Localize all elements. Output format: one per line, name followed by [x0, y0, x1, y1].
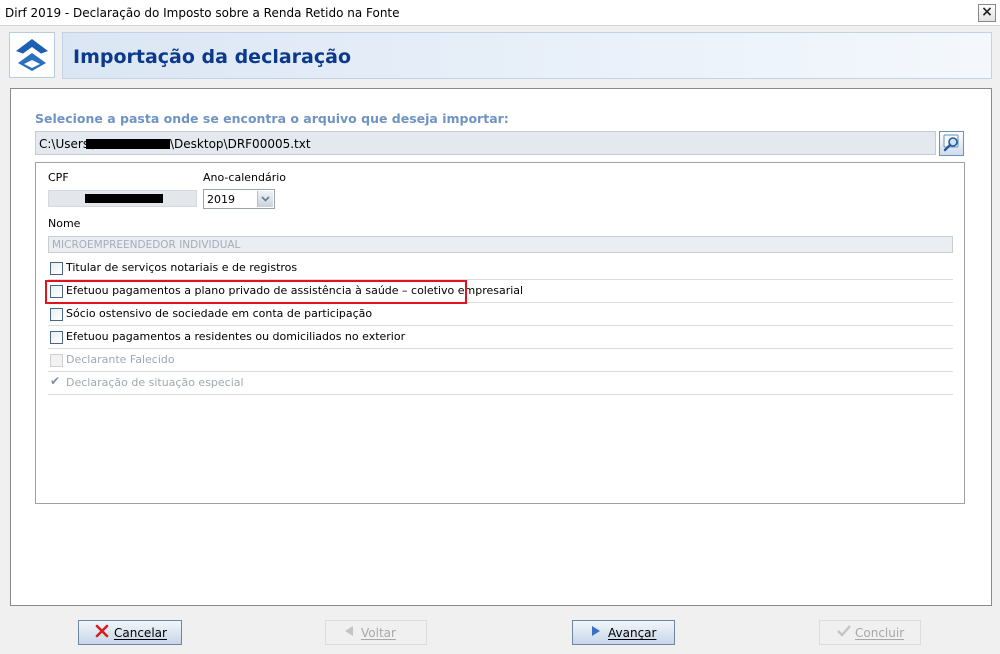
checkmark-icon — [836, 624, 852, 643]
wizard-footer: Cancelar Voltar Avançar Concluir — [0, 606, 1000, 654]
file-path-input[interactable]: C:\Users\ \Desktop\DRF00005.txt — [35, 131, 936, 155]
checkbox-deceased — [50, 354, 63, 367]
cancel-button[interactable]: Cancelar — [78, 620, 182, 645]
name-value: MICROEMPREENDEDOR INDIVIDUAL — [52, 239, 241, 251]
checkbox-label: Declaração de situação especial — [66, 376, 244, 389]
back-button[interactable]: Voltar — [325, 620, 427, 645]
checkbox-label: Titular de serviços notariais e de regis… — [66, 261, 298, 274]
forward-arrow-icon — [589, 624, 603, 643]
redacted-cpf — [85, 194, 163, 203]
checkbox-label: Declarante Falecido — [66, 353, 175, 366]
file-path-suffix: \Desktop\DRF00005.txt — [170, 137, 311, 151]
back-label: Voltar — [361, 626, 396, 640]
magnifier-icon — [943, 134, 959, 152]
next-label: Avançar — [608, 626, 657, 640]
window-title: Dirf 2019 - Declaração do Imposto sobre … — [5, 6, 400, 20]
file-path-prefix: C:\Users\ — [39, 137, 94, 151]
year-value: 2019 — [207, 193, 235, 206]
declaration-details: CPF Ano-calendário 2019 Nome MICROEMPREE… — [35, 162, 965, 504]
header-banner: Importação da declaração — [62, 32, 992, 79]
x-icon — [95, 624, 109, 643]
highlight-box — [45, 280, 467, 304]
next-button[interactable]: Avançar — [572, 620, 675, 645]
checkbox-row-foreign-payments[interactable]: Efetuou pagamentos a residentes ou domic… — [48, 326, 953, 349]
page-title: Importação da declaração — [73, 46, 351, 68]
receita-federal-logo-icon — [9, 32, 55, 78]
page-header: Importação da declaração — [0, 27, 1000, 83]
finish-label: Concluir — [855, 626, 905, 640]
redacted-username — [86, 139, 170, 149]
name-field: MICROEMPREENDEDOR INDIVIDUAL — [48, 236, 953, 253]
cpf-label: CPF — [48, 171, 69, 184]
checkbox-row-notarial[interactable]: Titular de serviços notariais e de regis… — [48, 257, 953, 280]
cancel-label: Cancelar — [114, 626, 167, 640]
checkbox-foreign-payments[interactable] — [50, 331, 63, 344]
browse-button[interactable] — [939, 131, 964, 156]
checkbox-label: Efetuou pagamentos a residentes ou domic… — [66, 330, 406, 343]
name-label: Nome — [48, 217, 81, 230]
checkbox-partnership[interactable] — [50, 308, 63, 321]
year-select[interactable]: 2019 — [203, 189, 275, 209]
back-arrow-icon — [342, 624, 356, 643]
checkbox-row-special-situation: ✔ Declaração de situação especial — [48, 372, 953, 395]
import-panel: Selecione a pasta onde se encontra o arq… — [10, 88, 992, 606]
window-titlebar: Dirf 2019 - Declaração do Imposto sobre … — [0, 0, 1000, 26]
folder-prompt: Selecione a pasta onde se encontra o arq… — [35, 111, 509, 126]
checkbox-row-deceased: Declarante Falecido — [48, 349, 953, 372]
checkbox-label: Sócio ostensivo de sociedade em conta de… — [66, 307, 373, 320]
close-button[interactable]: × — [978, 4, 996, 22]
finish-button[interactable]: Concluir — [819, 620, 921, 645]
year-label: Ano-calendário — [203, 171, 287, 184]
cpf-field — [48, 190, 197, 207]
checkbox-row-partnership[interactable]: Sócio ostensivo de sociedade em conta de… — [48, 303, 953, 326]
checkmark-icon: ✔ — [50, 374, 61, 388]
chevron-down-icon[interactable] — [257, 191, 273, 207]
checkbox-notarial[interactable] — [50, 262, 63, 275]
